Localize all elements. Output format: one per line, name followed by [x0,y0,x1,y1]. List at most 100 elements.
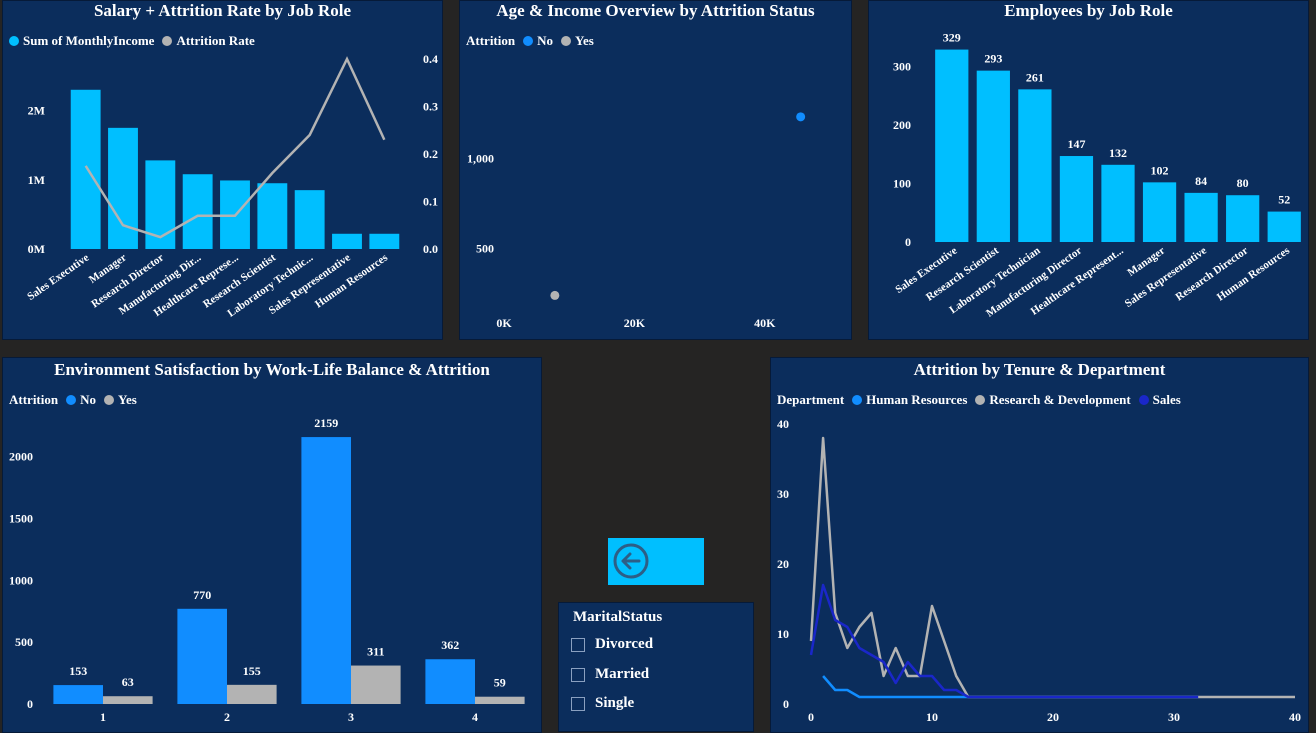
chart-title: Employees by Job Role [1004,1,1173,20]
bar [475,696,525,704]
slicer-option-label: Married [595,666,650,682]
y-tick-label: 1000 [9,573,33,587]
slicer-option-divorced[interactable]: Divorced [571,636,653,653]
attrition-tenure-chart: 0 10 20 30 40 0 10 20 30 40 [777,417,1301,724]
bar [1101,164,1135,242]
series-line [822,675,1199,699]
y-tick-label: 2000 [9,450,33,464]
slicer-option-label: Divorced [595,636,654,652]
chart-legend: Department Human Resources Research & De… [777,392,1181,408]
slicer-option-married[interactable]: Married [571,666,649,683]
legend-dot-attrition [162,36,173,46]
x-tick-label: 0K [496,316,512,330]
bar [332,233,362,249]
y-tick-label: 0 [905,235,911,249]
y2-tick-label: 0.3 [423,100,438,114]
data-label: 147 [1067,137,1085,151]
y-tick-label: 40 [777,417,789,431]
chart-title: Age & Income Overview by Attrition Statu… [496,1,815,20]
env-satisfaction-panel: Environment Satisfaction by Work-Life Ba… [2,357,542,733]
salary-attrition-chart: 0M1M2M0.00.10.20.30.4Sales ExecutiveMana… [25,52,438,320]
y2-tick-label: 0.2 [423,147,438,161]
checkbox[interactable] [571,667,585,682]
y-tick-label: 0M [28,242,45,256]
data-label: 84 [1195,174,1207,188]
data-label: 329 [943,31,961,45]
legend-title: Attrition [9,392,59,407]
x-tick-label: Research Director [1174,245,1251,304]
y-tick-label: 20 [777,557,789,571]
data-label: 362 [441,638,459,652]
legend-dot-yes [104,395,114,405]
data-label: 63 [122,675,134,689]
data-label: 153 [69,664,87,678]
x-tick-label: 10 [926,710,938,724]
bar [425,659,475,704]
data-label: 59 [494,676,506,690]
bar [227,684,277,704]
y-tick-label: 1,000 [467,152,494,166]
x-tick-label: 2 [224,710,230,724]
x-tick-label: 20 [1047,710,1059,724]
bar [1018,89,1052,242]
legend-dot-yes [561,36,571,46]
data-label: 80 [1237,176,1249,190]
x-tick-label: 40 [1289,710,1301,724]
bar [294,190,325,249]
bar [257,183,288,249]
bar [1059,156,1094,242]
checkbox[interactable] [571,637,585,652]
checkbox[interactable] [571,696,585,711]
y-tick-label: 300 [893,60,911,74]
y-tick-label: 10 [777,627,789,641]
marital-status-slicer: MaritalStatus Divorced Married Single [558,602,754,732]
x-tick-label: 0 [808,710,814,724]
bar [976,70,1010,242]
legend-dot-no [523,36,534,46]
y-tick-label: 2M [28,104,45,118]
series-line [809,583,1199,699]
x-tick-label: 30 [1168,710,1180,724]
y2-tick-label: 0.1 [423,195,438,209]
employees-job-role-panel: Employees by Job Role 0 100 200 300 329 Sales… [868,0,1309,340]
salary-attrition-panel: Salary + Attrition Rate by Job Role Sum … [2,0,443,340]
x-tick-label: Human Resources [1215,244,1293,303]
legend-label-no: No [537,33,553,48]
data-label: 2159 [314,416,338,430]
slicer-option-label: Single [595,695,635,711]
legend-dot-no [66,395,77,405]
legend-dot-sales [1138,395,1149,405]
slicer-option-single[interactable]: Single [571,695,634,712]
age-income-panel: Age & Income Overview by Attrition Statu… [459,0,852,340]
series-line [809,436,1295,699]
back-button[interactable] [608,538,704,585]
bar [369,233,400,249]
data-label: 52 [1278,193,1290,207]
y-tick-label: 1M [28,173,45,187]
bar [103,696,153,704]
data-label: 132 [1109,146,1127,160]
chart-title: Environment Satisfaction by Work-Life Ba… [54,360,490,379]
x-tick-label: 4 [472,710,478,724]
y2-tick-label: 0.4 [423,52,438,66]
y-tick-label: 30 [777,487,789,501]
legend-label-yes: Yes [575,33,594,48]
data-label: 770 [193,588,211,602]
bar [935,49,969,243]
data-label: 102 [1151,163,1169,177]
legend-title: Attrition [466,33,516,48]
x-tick-label: 20K [624,316,646,330]
age-income-chart: 500 1,000 0K 20K 40K [467,112,806,330]
legend-dot-income [9,36,19,46]
data-label: 261 [1026,70,1044,84]
chart-legend: Attrition No Yes [466,33,594,49]
x-tick-label: Sales Executive [25,252,91,303]
y-tick-label: 200 [893,118,911,132]
legend-dot-hr [852,395,863,405]
env-satisfaction-chart: 0 500 1000 1500 2000 153 63 1 770 155 2 2159 311 3 362… [9,416,525,724]
bar [70,89,101,249]
y-tick-label: 0 [27,697,33,711]
legend-label-attrition: Attrition Rate [176,33,255,48]
y-tick-label: 0 [783,697,789,711]
slicer-title: MaritalStatus [573,609,663,625]
